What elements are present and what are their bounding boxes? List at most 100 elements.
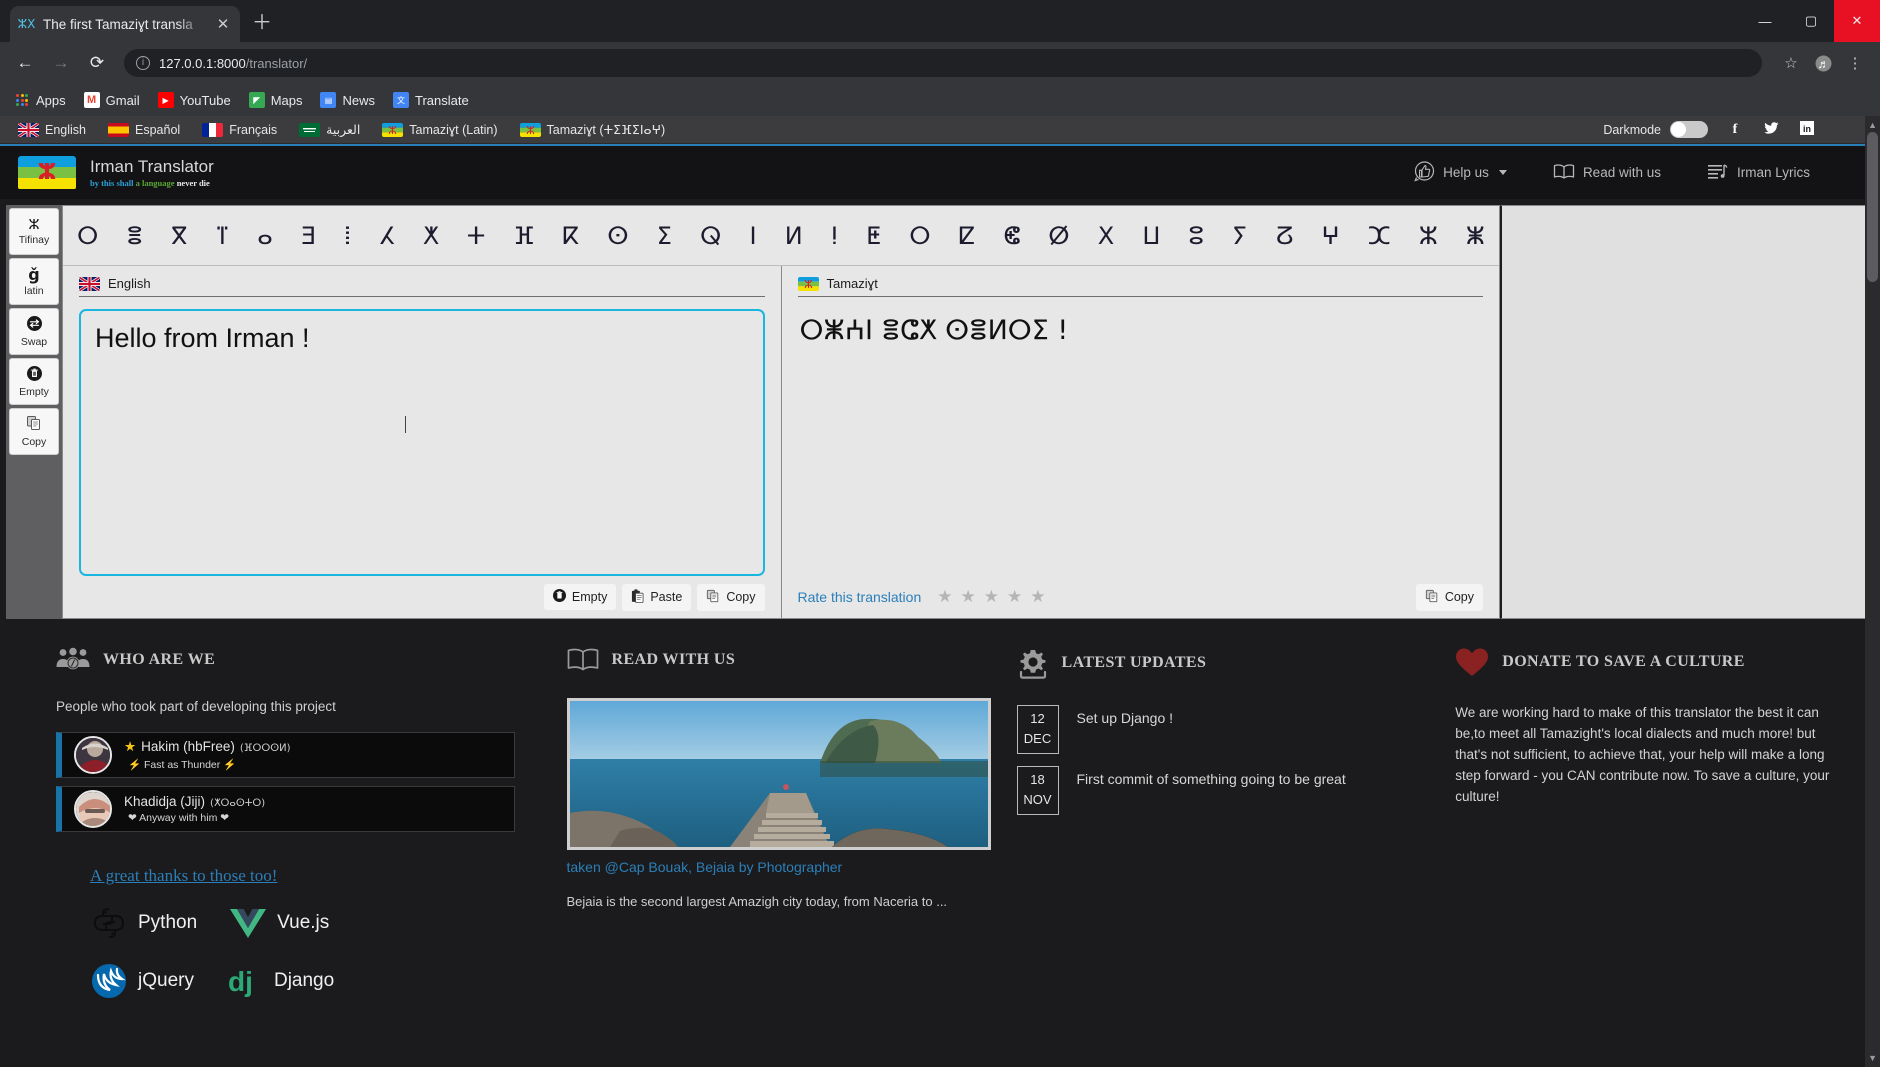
star-icon[interactable]: ★ (937, 587, 952, 607)
sidebar-button-empty[interactable]: Empty (9, 358, 59, 405)
star-icon[interactable]: ★ (1030, 587, 1045, 607)
coastal-cliff-photo[interactable] (566, 698, 991, 850)
source-paste-button[interactable]: Paste (622, 583, 692, 611)
back-arrow-icon[interactable]: ← (10, 48, 40, 78)
nav-read-with-us[interactable]: Read with us (1553, 163, 1661, 183)
chrome-menu-icon[interactable]: ⋮ (1840, 48, 1870, 78)
forward-arrow-icon[interactable]: → (46, 48, 76, 78)
tifinagh-char[interactable]: ⵃ (380, 222, 395, 250)
tifinagh-char[interactable]: ⵅ (423, 222, 439, 250)
bookmark-maps[interactable]: ◤ Maps (248, 92, 302, 108)
lang-espanol[interactable]: Español (108, 122, 180, 137)
scroll-up-arrow-icon[interactable]: ▲ (1868, 120, 1877, 130)
translator-panels: ⵔⴻⴳⴶⴰⴺⵂⵃⵅⵜⴼⴽⵙⵉⵕⵏⵍⵑⵟⵔⵇⵞⵁⵝⵡⵓⵢⵒⵖⵋⵣⵥ English… (62, 205, 1500, 619)
lang-francais[interactable]: Français (202, 122, 277, 137)
contributor-card[interactable]: Khadidja (Jiji) (ⵅⵔⴰⵙⵜⵔ) ❤ Anyway with h… (56, 786, 515, 832)
tifinagh-char[interactable]: ⵒ (1275, 222, 1293, 250)
tifinagh-char[interactable]: ⵡ (1142, 222, 1160, 250)
tifinagh-character-list[interactable]: ⵔⴻⴳⴶⴰⴺⵂⵃⵅⵜⴼⴽⵙⵉⵕⵏⵍⵑⵟⵔⵇⵞⵁⵝⵡⵓⵢⵒⵖⵋⵣⵥ (77, 222, 1485, 250)
update-item[interactable]: 12 DEC Set up Django ! (1016, 705, 1404, 754)
star-rating[interactable]: ★ ★ ★ ★ ★ (937, 587, 1045, 607)
reload-icon[interactable]: ⟳ (82, 48, 112, 78)
star-icon[interactable]: ★ (984, 587, 999, 607)
tifinagh-char[interactable]: ⵓ (1189, 222, 1204, 250)
sidebar-button-swap[interactable]: Swap (9, 308, 59, 355)
sidebar-button-tifinay[interactable]: ⵣ Tifinay (9, 208, 59, 255)
nav-help-us[interactable]: Help us (1414, 160, 1507, 185)
star-icon[interactable]: ★ (960, 587, 975, 607)
tifinagh-char[interactable]: ⵙ (607, 222, 628, 250)
address-bar[interactable]: i 127.0.0.1:8000/translator/ (124, 49, 1762, 77)
linkedin-icon[interactable]: in (1798, 121, 1816, 138)
lang-tamazight-tifinagh[interactable]: ⵣ Tamaziɣt (ⵜⵉⴼⵉⵏⴰⵖ) (519, 122, 665, 137)
close-icon[interactable]: ✕ (214, 17, 232, 32)
page-scrollbar[interactable]: ▲ ▼ (1865, 116, 1880, 1067)
tifinagh-char[interactable]: ⵖ (1322, 222, 1340, 250)
nav-irman-lyrics[interactable]: Irman Lyrics (1707, 163, 1810, 183)
plus-icon[interactable]: ＋ (252, 6, 272, 35)
amazigh-flag-logo[interactable]: ⵣ (18, 155, 76, 190)
tifinagh-char[interactable]: ⴽ (563, 222, 579, 250)
rating-widget[interactable]: Rate this translation ★ ★ ★ ★ ★ (798, 587, 1046, 607)
bookmark-star-icon[interactable]: ☆ (1776, 48, 1806, 78)
tifinagh-char[interactable]: ⵉ (657, 222, 672, 250)
tifinagh-char[interactable]: ⴺ (301, 222, 316, 250)
close-icon[interactable]: ✕ (1834, 0, 1880, 42)
lang-english[interactable]: English (18, 122, 86, 137)
tifinagh-char[interactable]: ⴼ (513, 222, 534, 250)
lang-tamazight-latin[interactable]: ⵣ Tamaziɣt (Latin) (382, 122, 498, 137)
source-empty-button[interactable]: Empty (543, 584, 617, 610)
browser-tab[interactable]: ⵣⵝ The first Tamaziɣt transla ✕ (10, 6, 240, 42)
tifinagh-char[interactable]: ⵜ (467, 222, 485, 250)
star-icon[interactable]: ★ (1007, 587, 1022, 607)
scroll-down-arrow-icon[interactable]: ▼ (1868, 1053, 1877, 1063)
tifinagh-char[interactable]: ⵑ (831, 222, 838, 250)
tifinagh-char[interactable]: ⵍ (785, 222, 803, 250)
sidebar-button-copy[interactable]: Copy (9, 408, 59, 455)
bookmark-translate[interactable]: 文 Translate (393, 92, 469, 108)
tifinagh-char[interactable]: ⴶ (216, 222, 229, 250)
photo-caption-link[interactable]: taken @Cap Bouak, Bejaia by Photographer (567, 859, 965, 875)
minimize-icon[interactable]: — (1742, 0, 1788, 42)
tifinagh-char[interactable]: ⵏ (750, 222, 757, 250)
tifinagh-char[interactable]: ⵕ (700, 222, 721, 250)
darkmode-toggle[interactable]: Darkmode (1603, 121, 1708, 138)
maximize-icon[interactable]: ▢ (1788, 0, 1834, 42)
tifinagh-char[interactable]: ⵣ (1419, 222, 1438, 250)
tifinagh-char[interactable]: ⵇ (959, 222, 975, 250)
twitter-icon[interactable] (1762, 121, 1780, 138)
nav-label: Irman Lyrics (1736, 165, 1810, 180)
bookmark-youtube[interactable]: ▶ YouTube (157, 92, 231, 108)
bookmark-apps[interactable]: Apps (14, 92, 66, 108)
contributor-card[interactable]: ★ Hakim (hbFree) (ⴼⵔⵔⵙⵍ) ⚡ Fast as Thund… (56, 732, 515, 778)
tifinagh-char[interactable]: ⵢ (1232, 222, 1247, 250)
tifinagh-char[interactable]: ⴻ (126, 222, 142, 250)
facebook-icon[interactable]: f (1726, 122, 1744, 138)
tifinagh-char[interactable]: ⵂ (344, 222, 351, 250)
tifinagh-char[interactable]: ⵟ (866, 222, 881, 250)
target-copy-button[interactable]: Copy (1415, 583, 1483, 611)
update-item[interactable]: 18 NOV First commit of something going t… (1016, 766, 1404, 815)
source-textarea[interactable]: Hello from Irman ! (79, 309, 765, 576)
darkmode-switch[interactable] (1670, 121, 1708, 138)
tifinagh-char[interactable]: ⵋ (1368, 222, 1391, 250)
lang-arabic[interactable]: العربية (299, 122, 360, 137)
svg-text:in: in (1803, 124, 1811, 134)
bookmark-gmail[interactable]: M Gmail (83, 92, 140, 108)
tifinagh-char[interactable]: ⵁ (1048, 222, 1069, 250)
tifinagh-char[interactable]: ⵔ (909, 222, 930, 250)
profile-avatar-icon[interactable]: ♬ (1808, 48, 1838, 78)
thanks-link[interactable]: A great thanks to those too! (90, 866, 277, 886)
tifinagh-char[interactable]: ⵝ (1098, 222, 1114, 250)
sidebar-button-latin[interactable]: ǧ latin (9, 258, 59, 305)
scrollbar-thumb[interactable] (1867, 132, 1878, 282)
bookmark-news[interactable]: ▤ News (320, 92, 375, 108)
tifinagh-char[interactable]: ⴳ (171, 222, 187, 250)
header-nav: Help us Read with us Irman Lyrics (1414, 160, 1862, 185)
tifinagh-char[interactable]: ⵞ (1003, 222, 1020, 250)
avatar (74, 736, 112, 774)
tifinagh-char[interactable]: ⵔ (77, 222, 98, 250)
source-copy-button[interactable]: Copy (697, 583, 765, 611)
tifinagh-char[interactable]: ⵥ (1466, 222, 1485, 250)
tifinagh-char[interactable]: ⴰ (257, 222, 273, 250)
